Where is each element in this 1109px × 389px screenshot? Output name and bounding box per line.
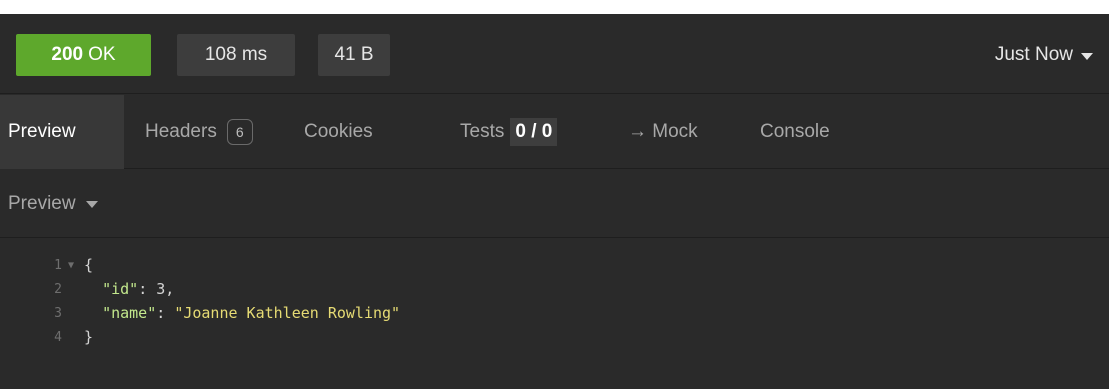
- json-open-brace: {: [84, 256, 94, 274]
- json-entry: "name": "Joanne Kathleen Rowling": [102, 304, 401, 322]
- response-tabs: Preview Headers 6 Cookies Tests 0 / 0 → …: [0, 95, 1109, 169]
- code-line: 2 "id": 3,: [0, 277, 1109, 301]
- tab-tests[interactable]: Tests 0 / 0: [460, 95, 558, 169]
- history-dropdown[interactable]: Just Now: [995, 34, 1093, 76]
- headers-count-badge: 6: [226, 119, 253, 145]
- response-body-viewer[interactable]: 1 ▼ { 2 "id": 3, 3 "name": "Joanne Kathl…: [0, 239, 1109, 389]
- json-value: 3: [156, 280, 166, 298]
- response-size-badge: 41 B: [318, 34, 390, 76]
- line-number: 1: [54, 257, 62, 273]
- json-key: "id": [102, 280, 139, 298]
- status-text: OK: [88, 44, 116, 65]
- tab-headers-label: Headers: [145, 121, 217, 142]
- line-number: 2: [54, 281, 62, 297]
- response-time-badge: 108 ms: [177, 34, 295, 76]
- preview-mode-dropdown[interactable]: Preview: [0, 170, 1109, 238]
- tab-cookies[interactable]: Cookies: [304, 95, 373, 169]
- line-gutter: 1 ▼: [0, 258, 80, 273]
- caret-down-icon: [85, 201, 98, 208]
- response-status-bar: 200 OK 108 ms 41 B Just Now: [0, 14, 1109, 94]
- caret-down-icon: [1081, 52, 1093, 60]
- line-gutter: 4: [0, 330, 80, 345]
- json-key: "name": [102, 304, 157, 322]
- tab-console[interactable]: Console: [760, 95, 830, 169]
- status-code: 200: [51, 44, 84, 65]
- tab-tests-label: Tests: [460, 121, 505, 142]
- line-gutter: 2: [0, 282, 80, 297]
- tab-console-label: Console: [760, 121, 830, 142]
- tab-preview[interactable]: Preview: [0, 95, 124, 169]
- tab-cookies-label: Cookies: [304, 121, 373, 142]
- json-entry: "id": 3,: [102, 280, 175, 298]
- tests-score-badge: 0 / 0: [510, 118, 558, 146]
- fold-triangle-icon[interactable]: ▼: [62, 260, 80, 271]
- json-value: "Joanne Kathleen Rowling": [174, 304, 401, 322]
- code-line: 1 ▼ {: [0, 253, 1109, 277]
- timestamp-label: Just Now: [994, 44, 1073, 65]
- code-line: 3 "name": "Joanne Kathleen Rowling": [0, 301, 1109, 325]
- line-number: 3: [54, 305, 62, 321]
- json-close-brace: }: [84, 328, 94, 346]
- status-code-badge: 200 OK: [16, 34, 151, 76]
- tab-mock-label: → Mock: [628, 121, 698, 142]
- tab-preview-label: Preview: [8, 121, 76, 142]
- response-panel: 200 OK 108 ms 41 B Just Now Preview Head…: [0, 14, 1109, 389]
- line-number: 4: [54, 329, 62, 345]
- line-gutter: 3: [0, 306, 80, 321]
- tab-headers[interactable]: Headers 6: [145, 95, 253, 169]
- tab-mock[interactable]: → Mock: [628, 95, 698, 169]
- code-line: 4 }: [0, 325, 1109, 349]
- preview-mode-label: Preview: [8, 192, 76, 214]
